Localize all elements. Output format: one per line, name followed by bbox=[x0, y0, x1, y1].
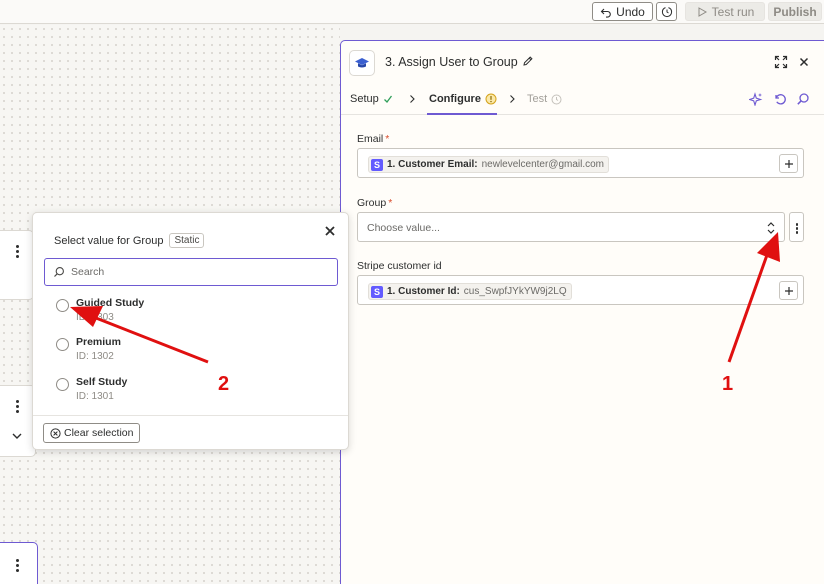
version-history-button[interactable] bbox=[656, 2, 677, 21]
top-toolbar: Undo Test run Publish bbox=[0, 0, 824, 24]
expand-icon[interactable] bbox=[774, 55, 788, 69]
tab-test-label: Test bbox=[527, 93, 548, 105]
warning-icon bbox=[485, 93, 497, 105]
email-field[interactable]: S 1. Customer Email: newlevelcenter@gmai… bbox=[357, 148, 804, 178]
option-name: Guided Study bbox=[76, 297, 145, 309]
play-icon bbox=[698, 6, 707, 17]
group-select[interactable]: Choose value... bbox=[357, 212, 785, 242]
test-run-label: Test run bbox=[711, 4, 755, 19]
email-field-label: Email * bbox=[357, 133, 390, 145]
active-tab-indicator bbox=[427, 113, 497, 115]
tab-test[interactable]: Test bbox=[527, 93, 562, 105]
group-field-label: Group * bbox=[357, 197, 393, 209]
option-name: Premium bbox=[76, 336, 121, 348]
search-field[interactable] bbox=[44, 258, 338, 286]
required-marker: * bbox=[385, 133, 390, 145]
chip-value: newlevelcenter@gmail.com bbox=[481, 159, 605, 170]
workflow-node-selected[interactable] bbox=[0, 542, 38, 584]
panel-header: 3. Assign User to Group bbox=[341, 41, 824, 85]
node-menu-icon[interactable] bbox=[15, 245, 19, 258]
close-icon[interactable] bbox=[797, 55, 811, 69]
radio-button[interactable] bbox=[56, 299, 69, 312]
select-value-popover: Select value for Group Static Guided Stu… bbox=[32, 212, 349, 450]
check-icon bbox=[383, 95, 392, 103]
undo-button[interactable]: Undo bbox=[592, 2, 653, 21]
mapped-value-chip[interactable]: S 1. Customer Email: newlevelcenter@gmai… bbox=[368, 156, 610, 173]
clear-circle-icon bbox=[50, 427, 61, 439]
tab-setup[interactable]: Setup bbox=[350, 93, 393, 105]
tab-configure[interactable]: Configure bbox=[429, 93, 497, 105]
publish-label: Publish bbox=[773, 4, 817, 19]
option-item[interactable]: Guided Study ID: 1303 bbox=[56, 297, 256, 331]
chip-label: 1. Customer Email: bbox=[387, 159, 478, 170]
workflow-node[interactable] bbox=[0, 230, 34, 300]
refresh-icon[interactable] bbox=[773, 92, 787, 106]
option-id: ID: 1303 bbox=[76, 312, 114, 323]
insert-data-button[interactable] bbox=[779, 281, 798, 300]
chip-value: cus_SwpfJYkYW9j2LQ bbox=[463, 286, 567, 297]
close-icon[interactable] bbox=[323, 224, 337, 238]
ai-sparkle-icon[interactable] bbox=[749, 92, 763, 106]
search-icon bbox=[54, 267, 64, 277]
node-menu-icon[interactable] bbox=[15, 559, 19, 572]
group-field-options-button[interactable] bbox=[789, 212, 804, 242]
option-name: Self Study bbox=[76, 376, 128, 388]
group-select-placeholder: Choose value... bbox=[367, 222, 440, 234]
option-item[interactable]: Premium ID: 1302 bbox=[56, 336, 256, 370]
chevron-right-icon bbox=[410, 95, 415, 103]
stripe-customer-id-label: Stripe customer id bbox=[357, 260, 442, 272]
clock-icon bbox=[551, 94, 562, 104]
static-tag: Static bbox=[169, 233, 205, 248]
popover-title-text: Select value for Group bbox=[54, 234, 164, 247]
step-tabs: Setup Configure Test bbox=[341, 85, 824, 115]
stripe-customer-id-field[interactable]: S 1. Customer Id: cus_SwpfJYkYW9j2LQ bbox=[357, 275, 804, 305]
chevron-down-icon[interactable] bbox=[11, 431, 23, 441]
divider bbox=[33, 415, 348, 416]
graduation-cap-icon bbox=[355, 58, 369, 68]
more-vertical-icon bbox=[795, 223, 799, 234]
workflow-node[interactable] bbox=[0, 385, 36, 457]
step-title: 3. Assign User to Group bbox=[385, 55, 518, 69]
chip-label: 1. Customer Id: bbox=[387, 286, 460, 297]
insert-data-button[interactable] bbox=[779, 154, 798, 173]
node-menu-icon[interactable] bbox=[15, 400, 19, 413]
edit-pencil-icon[interactable] bbox=[522, 55, 534, 67]
clear-selection-button[interactable]: Clear selection bbox=[43, 423, 141, 443]
option-id: ID: 1301 bbox=[76, 391, 114, 402]
app-icon bbox=[349, 50, 375, 76]
popover-title: Select value for Group Static bbox=[54, 233, 205, 248]
search-input[interactable] bbox=[71, 264, 331, 280]
tab-configure-label: Configure bbox=[429, 93, 481, 105]
stripe-icon: S bbox=[371, 158, 383, 171]
tab-setup-label: Setup bbox=[350, 93, 379, 105]
mapped-value-chip[interactable]: S 1. Customer Id: cus_SwpfJYkYW9j2LQ bbox=[368, 283, 572, 300]
test-run-button[interactable]: Test run bbox=[685, 2, 765, 21]
option-id: ID: 1302 bbox=[76, 351, 114, 362]
stripe-icon: S bbox=[371, 285, 383, 298]
step-config-panel: 3. Assign User to Group Setup Configure … bbox=[340, 40, 824, 584]
undo-label: Undo bbox=[616, 4, 645, 19]
required-marker: * bbox=[388, 197, 393, 209]
radio-button[interactable] bbox=[56, 338, 69, 351]
undo-icon bbox=[600, 8, 611, 18]
radio-button[interactable] bbox=[56, 378, 69, 391]
clear-selection-label: Clear selection bbox=[64, 427, 134, 439]
plus-icon bbox=[784, 286, 793, 295]
chevron-updown-icon bbox=[767, 222, 775, 234]
search-icon[interactable] bbox=[796, 92, 810, 106]
publish-button[interactable]: Publish bbox=[768, 2, 822, 21]
option-item[interactable]: Self Study ID: 1301 bbox=[56, 376, 256, 410]
chevron-right-icon bbox=[510, 95, 515, 103]
history-icon bbox=[661, 6, 672, 17]
plus-icon bbox=[784, 159, 793, 168]
